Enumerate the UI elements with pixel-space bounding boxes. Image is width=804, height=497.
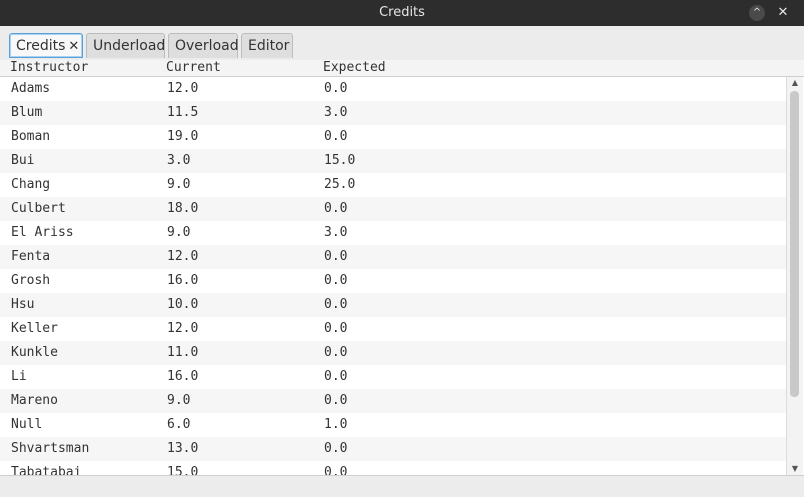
tab-label: Underload — [93, 38, 166, 54]
table-row[interactable]: Chang 9.0 25.0 — [0, 173, 786, 197]
instructor-cell: Kunkle — [11, 345, 58, 360]
instructor-cell: Culbert — [11, 201, 66, 216]
credits-table: Instructor Current Expected Adams 12.0 0.0… — [0, 60, 804, 475]
table-row[interactable]: Kunkle 11.0 0.0 — [0, 341, 786, 365]
tab-underload[interactable]: Underload — [86, 33, 165, 58]
current-cell: 9.0 — [167, 225, 191, 240]
instructor-cell: Mareno — [11, 393, 58, 408]
instructor-cell: Fenta — [11, 249, 51, 264]
expected-cell: 0.0 — [324, 321, 348, 336]
current-cell: 12.0 — [167, 81, 199, 96]
tab-label: Overload — [175, 38, 239, 54]
table-row[interactable]: Hsu 10.0 0.0 — [0, 293, 786, 317]
current-cell: 12.0 — [167, 249, 199, 264]
current-cell: 18.0 — [167, 201, 199, 216]
expected-cell: 3.0 — [324, 225, 348, 240]
close-window-icon[interactable]: ✕ — [775, 5, 791, 21]
current-cell: 16.0 — [167, 369, 199, 384]
expected-cell: 1.0 — [324, 417, 348, 432]
instructor-cell: Tabatabai — [11, 465, 82, 475]
current-cell: 16.0 — [167, 273, 199, 288]
tab-credits[interactable]: Credits ✕ — [9, 33, 83, 58]
window-title: Credits — [379, 5, 425, 20]
maximize-icon[interactable]: ^ — [749, 5, 765, 21]
instructor-cell: Chang — [11, 177, 51, 192]
expected-cell: 0.0 — [324, 249, 348, 264]
table-row[interactable]: Culbert 18.0 0.0 — [0, 197, 786, 221]
expected-cell: 0.0 — [324, 465, 348, 475]
table-header: Instructor Current Expected — [0, 60, 804, 77]
table-row[interactable]: Shvartsman 13.0 0.0 — [0, 437, 786, 461]
instructor-cell: Keller — [11, 321, 58, 336]
table-row[interactable]: Keller 12.0 0.0 — [0, 317, 786, 341]
instructor-cell: Hsu — [11, 297, 35, 312]
table-row[interactable]: Li 16.0 0.0 — [0, 365, 786, 389]
current-cell: 15.0 — [167, 465, 199, 475]
instructor-cell: El Ariss — [11, 225, 74, 240]
table-row[interactable]: Tabatabai 15.0 0.0 — [0, 461, 786, 475]
instructor-cell: Grosh — [11, 273, 51, 288]
tab-editor[interactable]: Editor — [241, 33, 293, 58]
expected-cell: 0.0 — [324, 129, 348, 144]
current-cell: 3.0 — [167, 153, 191, 168]
expected-cell: 0.0 — [324, 441, 348, 456]
expected-cell: 0.0 — [324, 393, 348, 408]
tab-overload[interactable]: Overload — [168, 33, 239, 58]
table-body: Adams 12.0 0.0 Blum 11.5 3.0 Boman 19.0 0.0 Bui 3.… — [0, 77, 786, 475]
current-cell: 13.0 — [167, 441, 199, 456]
expected-cell: 0.0 — [324, 273, 348, 288]
column-header-current[interactable]: Current — [166, 60, 221, 76]
expected-cell: 0.0 — [324, 81, 348, 96]
instructor-cell: Blum — [11, 105, 43, 120]
title-bar: Credits ^ ✕ — [0, 0, 804, 26]
tab-label: Editor — [248, 38, 290, 54]
table-row[interactable]: El Ariss 9.0 3.0 — [0, 221, 786, 245]
expected-cell: 0.0 — [324, 345, 348, 360]
expected-cell: 0.0 — [324, 201, 348, 216]
tab-bar: Credits ✕ Underload Overload Editor — [0, 26, 804, 61]
current-cell: 12.0 — [167, 321, 199, 336]
current-cell: 10.0 — [167, 297, 199, 312]
scroll-down-icon[interactable]: ▼ — [787, 463, 803, 475]
expected-cell: 0.0 — [324, 297, 348, 312]
instructor-cell: Li — [11, 369, 27, 384]
instructor-cell: Shvartsman — [11, 441, 90, 456]
column-header-instructor[interactable]: Instructor — [10, 60, 88, 76]
table-row[interactable]: Mareno 9.0 0.0 — [0, 389, 786, 413]
instructor-cell: Bui — [11, 153, 35, 168]
app-window: Credits ^ ✕ Credits ✕ Underload Overload … — [0, 0, 804, 497]
instructor-cell: Adams — [11, 81, 51, 96]
close-tab-icon[interactable]: ✕ — [68, 39, 79, 54]
column-header-expected[interactable]: Expected — [323, 60, 386, 76]
expected-cell: 0.0 — [324, 369, 348, 384]
current-cell: 9.0 — [167, 177, 191, 192]
current-cell: 19.0 — [167, 129, 199, 144]
expected-cell: 3.0 — [324, 105, 348, 120]
current-cell: 11.0 — [167, 345, 199, 360]
scrollbar-thumb[interactable] — [790, 91, 799, 397]
table-row[interactable]: Blum 11.5 3.0 — [0, 101, 786, 125]
table-row[interactable]: Grosh 16.0 0.0 — [0, 269, 786, 293]
instructor-cell: Null — [11, 417, 43, 432]
vertical-scrollbar[interactable]: ▲ ▼ — [786, 77, 803, 475]
current-cell: 6.0 — [167, 417, 191, 432]
scroll-up-icon[interactable]: ▲ — [787, 77, 803, 89]
status-bar — [0, 475, 804, 497]
table-row[interactable]: Bui 3.0 15.0 — [0, 149, 786, 173]
tab-label: Credits — [16, 38, 66, 54]
instructor-cell: Boman — [11, 129, 51, 144]
table-row[interactable]: Adams 12.0 0.0 — [0, 77, 786, 101]
current-cell: 9.0 — [167, 393, 191, 408]
table-row[interactable]: Fenta 12.0 0.0 — [0, 245, 786, 269]
table-row[interactable]: Null 6.0 1.0 — [0, 413, 786, 437]
expected-cell: 15.0 — [324, 153, 356, 168]
current-cell: 11.5 — [167, 105, 199, 120]
table-row[interactable]: Boman 19.0 0.0 — [0, 125, 786, 149]
expected-cell: 25.0 — [324, 177, 356, 192]
